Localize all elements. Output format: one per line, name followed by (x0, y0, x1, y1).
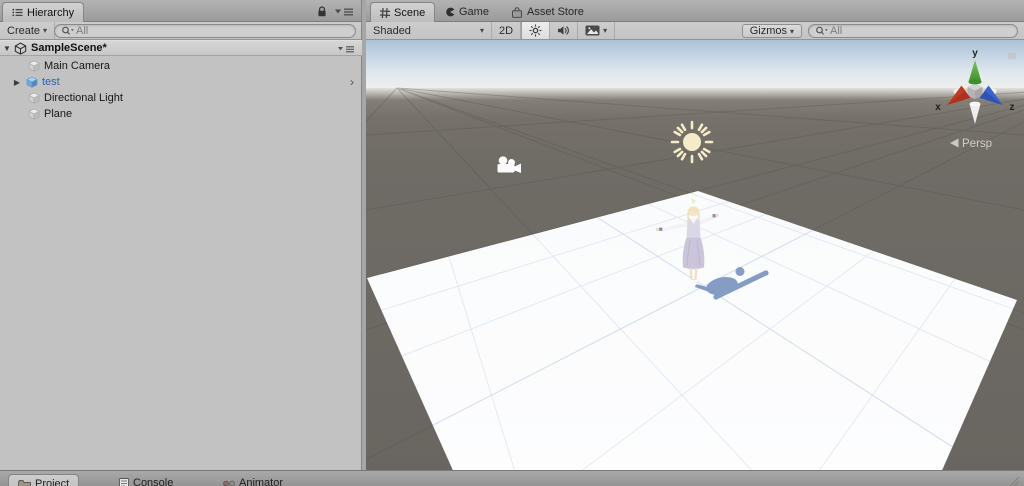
create-button-label: Create (7, 24, 41, 37)
scene-viewport[interactable]: y x z Persp (366, 40, 1024, 475)
2d-toggle-label: 2D (499, 24, 514, 37)
chevron-down-icon: ▾ (479, 26, 484, 35)
hierarchy-search-input[interactable]: All (54, 24, 356, 38)
prefab-cube-icon (26, 76, 38, 88)
tab-game-label: Game (459, 6, 489, 18)
hierarchy-panel: Hierarchy Create ▾ All ▼ SampleScene* Ma… (0, 0, 362, 486)
row-label: test (42, 76, 60, 88)
lock-icon[interactable] (317, 6, 327, 17)
lighting-toggle-button[interactable] (521, 22, 551, 39)
tab-project-label: Project (35, 477, 70, 486)
shading-mode-label: Shaded (373, 24, 411, 37)
folder-icon (18, 479, 31, 486)
gameobject-cube-icon (28, 92, 40, 104)
chevron-down-icon: ▾ (43, 26, 48, 35)
scene-view-panel: Scene Game Asset Store Shaded ▾ 2D ▾ Giz… (366, 0, 1024, 486)
create-button[interactable]: Create ▾ (0, 22, 56, 39)
2d-toggle-button[interactable]: 2D (492, 22, 522, 39)
shopping-bag-icon (511, 6, 523, 18)
search-icon (815, 26, 828, 36)
resize-grip-icon[interactable] (1006, 475, 1020, 486)
disclosure-open-icon[interactable]: ▼ (2, 44, 12, 53)
shading-mode-dropdown[interactable]: Shaded ▾ (366, 22, 492, 39)
state-dots-icon (223, 479, 235, 486)
scene-menu-icon[interactable] (338, 46, 354, 53)
sun-icon (529, 24, 542, 37)
scene-toolbar: Shaded ▾ 2D ▾ Gizmos ▾ All (366, 22, 1024, 40)
axis-x-label: x (935, 102, 941, 113)
tab-animator-label: Animator (239, 477, 284, 486)
audio-toggle-button[interactable] (550, 22, 579, 39)
search-icon (61, 26, 74, 36)
speaker-icon (557, 25, 570, 36)
persp-label: Persp (962, 138, 992, 150)
row-label: Plane (44, 108, 73, 120)
scene-tabbar: Scene Game Asset Store (366, 0, 1024, 22)
tab-hierarchy[interactable]: Hierarchy (2, 2, 85, 22)
pacman-c-icon (445, 7, 455, 17)
unity-logo-icon (14, 42, 27, 55)
panel-menu-icon[interactable] (335, 8, 353, 16)
row-label: Directional Light (44, 92, 123, 104)
tab-project[interactable]: Project (8, 474, 80, 486)
chevron-down-icon: ▾ (789, 26, 794, 36)
hierarchy-row-plane[interactable]: Plane (0, 106, 362, 122)
axis-z-label: z (1010, 102, 1015, 113)
tab-scene-label: Scene (394, 6, 426, 19)
hierarchy-toolbar: Create ▾ All (0, 22, 361, 40)
tab-scene[interactable]: Scene (370, 2, 436, 22)
tab-asset-store[interactable]: Asset Store (502, 2, 593, 22)
prefab-open-chevron-icon[interactable]: › (350, 76, 354, 88)
sky (366, 40, 1024, 92)
axis-y-label: y (972, 48, 978, 59)
scene-search-placeholder: All (830, 25, 843, 37)
scene-search-input[interactable]: All (808, 24, 1018, 38)
row-label: Main Camera (44, 60, 111, 72)
scene-name-label: SampleScene* (31, 42, 107, 54)
console-page-icon (119, 477, 129, 486)
gizmos-label: Gizmos (749, 25, 787, 37)
hierarchy-row-test[interactable]: ▶ test › (0, 74, 362, 90)
tab-asset-store-label: Asset Store (527, 6, 584, 18)
tab-animator[interactable]: Animator (214, 474, 292, 486)
tab-console-label: Console (133, 477, 174, 486)
bottom-tabbar: Project Console Animator (0, 470, 1024, 486)
tab-hierarchy-label: Hierarchy (27, 6, 75, 19)
grid-hash-icon (379, 7, 391, 18)
gizmos-dropdown[interactable]: Gizmos ▾ (741, 24, 802, 38)
directional-light-gizmo[interactable] (670, 120, 714, 164)
tab-console[interactable]: Console (110, 474, 182, 486)
chevron-down-icon: ▾ (603, 26, 608, 35)
scene-asset-header[interactable]: ▼ SampleScene* (0, 40, 362, 56)
picture-icon (585, 25, 600, 36)
hierarchy-row-directional-light[interactable]: Directional Light (0, 90, 362, 106)
disclosure-closed-icon[interactable]: ▶ (12, 78, 22, 87)
hierarchy-search-placeholder: All (76, 25, 89, 37)
hierarchy-tabbar: Hierarchy (0, 0, 361, 22)
gameobject-cube-icon (28, 108, 40, 120)
gameobject-cube-icon (28, 60, 40, 72)
tab-game[interactable]: Game (436, 2, 498, 22)
hierarchy-row-main-camera[interactable]: Main Camera (0, 58, 362, 74)
gizmo-menu-icon[interactable] (1008, 53, 1016, 59)
list-icon (12, 8, 23, 17)
effects-dropdown-button[interactable]: ▾ (578, 22, 616, 39)
